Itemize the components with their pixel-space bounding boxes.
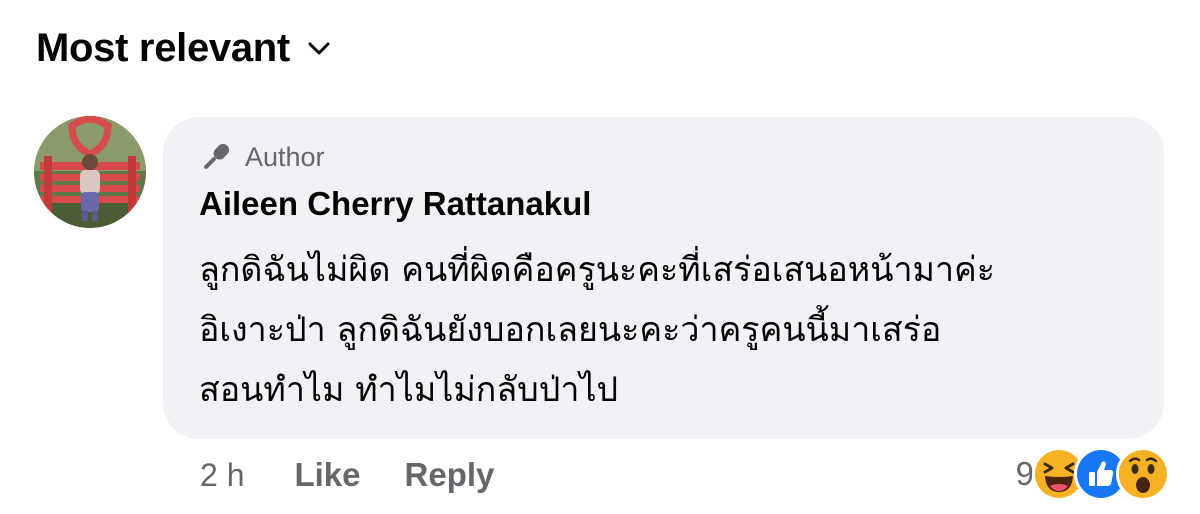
like-button[interactable]: Like [294, 456, 360, 494]
comment-sort-dropdown[interactable]: Most relevant [36, 26, 330, 71]
author-badge: Author [199, 140, 325, 174]
comment-text-line: อิเงาะป่า ลูกดิฉันยังบอกเลยนะคะว่าครูคนน… [199, 310, 942, 350]
comment-text-line: สอนทำไม ทำไมไม่กลับป่าไป [199, 370, 619, 410]
author-badge-label: Author [245, 141, 325, 172]
comment-text-line: ลูกดิฉันไม่ผิด คนที่ผิดคือครูนะคะที่เสร่… [199, 250, 996, 290]
reaction-summary[interactable]: 9 [1016, 447, 1170, 501]
comment-bubble: Author Aileen Cherry Rattanakul ลูกดิฉัน… [163, 117, 1164, 439]
comment-timestamp[interactable]: 2 h [200, 457, 244, 494]
wow-emoji-icon [1116, 447, 1170, 501]
microphone-icon [199, 140, 233, 174]
comment-text: ลูกดิฉันไม่ผิด คนที่ผิดคือครูนะคะที่เสร่… [199, 240, 1149, 420]
avatar[interactable] [34, 116, 146, 228]
comment-actions: 2 h Like Reply [200, 454, 538, 496]
comment-author-name[interactable]: Aileen Cherry Rattanakul [199, 185, 591, 223]
chevron-down-icon [308, 38, 330, 60]
reply-button[interactable]: Reply [405, 456, 495, 494]
sort-label: Most relevant [36, 26, 290, 70]
